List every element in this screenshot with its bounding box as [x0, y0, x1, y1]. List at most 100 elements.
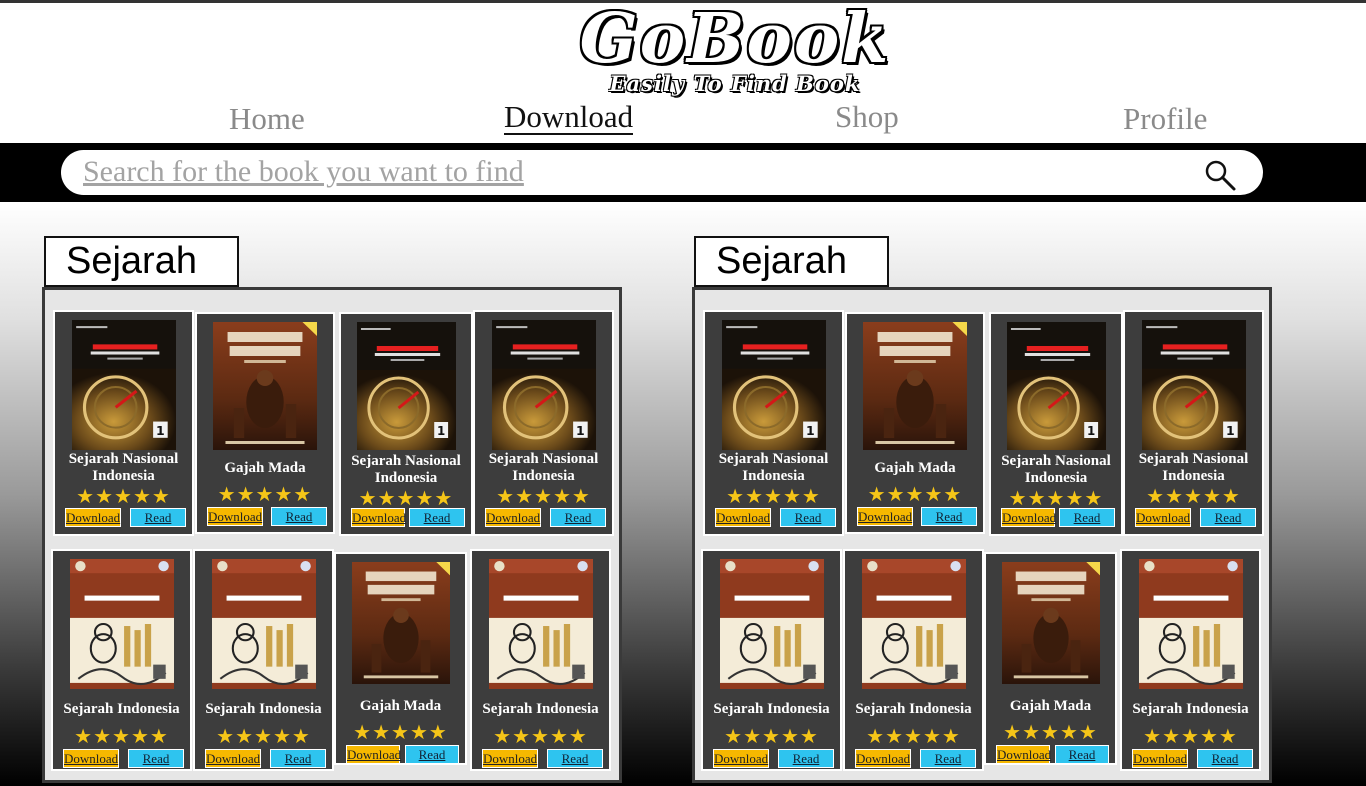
download-button[interactable]: Download: [857, 507, 913, 526]
read-button[interactable]: Read: [1200, 508, 1256, 527]
read-button[interactable]: Read: [271, 507, 327, 526]
book-title: Sejarah Indonesia: [205, 701, 322, 717]
read-button[interactable]: Read: [547, 749, 603, 768]
read-button[interactable]: Read: [920, 749, 976, 768]
star-rating: ★★★★★: [1008, 486, 1104, 510]
book-title: Gajah Mada: [359, 698, 442, 714]
star-rating: ★★★★★: [1146, 484, 1241, 508]
svg-text:1: 1: [576, 424, 585, 438]
book-cover-gajah-mada[interactable]: [352, 562, 450, 684]
read-button[interactable]: Read: [1055, 745, 1109, 764]
book-card[interactable]: 1 Sejarah Nasional Indonesia ★★★★★ Download…: [473, 310, 614, 536]
book-card[interactable]: Sejarah Indonesia ★★★★★ Download Read: [1120, 549, 1261, 771]
search-box: [61, 150, 1263, 195]
read-button[interactable]: Read: [405, 745, 459, 764]
star-rating: ★★★★★: [74, 724, 169, 748]
book-card[interactable]: Gajah Mada ★★★★★ Download Read: [984, 552, 1117, 765]
book-cover-gajah-mada[interactable]: [863, 322, 967, 450]
book-card[interactable]: Sejarah Indonesia ★★★★★ Download Read: [193, 549, 334, 771]
book-title: Sejarah Nasional Indonesia: [68, 451, 179, 484]
book-card[interactable]: 1 Sejarah Nasional Indonesia ★★★★★ Download…: [1123, 310, 1264, 536]
download-button[interactable]: Download: [485, 508, 541, 527]
read-button[interactable]: Read: [128, 749, 184, 768]
download-button[interactable]: Download: [482, 749, 538, 768]
book-title: Sejarah Indonesia: [482, 701, 599, 717]
read-button[interactable]: Read: [1059, 508, 1115, 527]
download-button[interactable]: Download: [1132, 749, 1188, 768]
book-panel: 1 Sejarah Nasional Indonesia ★★★★★ Download…: [42, 287, 622, 783]
book-cover-sejarah-indonesia[interactable]: [70, 559, 174, 689]
read-button[interactable]: Read: [270, 749, 326, 768]
svg-text:1: 1: [806, 424, 815, 438]
read-button[interactable]: Read: [780, 508, 836, 527]
book-cover-sejarah-nasional[interactable]: 1: [1007, 322, 1106, 450]
book-cover-sejarah-nasional[interactable]: 1: [492, 320, 596, 450]
star-rating: ★★★★★: [358, 486, 454, 510]
download-button[interactable]: Download: [713, 749, 769, 768]
book-title: Sejarah Indonesia: [713, 701, 830, 717]
read-button[interactable]: Read: [1197, 749, 1253, 768]
nav-shop[interactable]: Shop: [835, 99, 899, 135]
book-title: Sejarah Indonesia: [855, 701, 972, 717]
book-card[interactable]: 1 Sejarah Nasional Indonesia ★★★★★ Download…: [989, 312, 1123, 536]
star-rating: ★★★★★: [724, 724, 819, 748]
book-cover-sejarah-indonesia[interactable]: [489, 559, 593, 689]
book-card[interactable]: 1 Sejarah Nasional Indonesia ★★★★★ Download…: [53, 310, 194, 536]
book-cover-sejarah-indonesia[interactable]: [212, 559, 316, 689]
book-title: Sejarah Nasional Indonesia: [351, 453, 461, 486]
book-card[interactable]: Gajah Mada ★★★★★ Download Read: [845, 312, 985, 534]
book-cover-sejarah-nasional[interactable]: 1: [722, 320, 826, 450]
download-button[interactable]: Download: [346, 745, 401, 764]
book-card[interactable]: Gajah Mada ★★★★★ Download Read: [334, 552, 467, 765]
read-button[interactable]: Read: [130, 508, 186, 527]
star-rating: ★★★★★: [353, 720, 448, 744]
download-button[interactable]: Download: [1001, 508, 1056, 527]
download-button[interactable]: Download: [1135, 508, 1191, 527]
download-button[interactable]: Download: [351, 508, 406, 527]
book-cover-sejarah-indonesia[interactable]: [1139, 559, 1243, 689]
book-title: Sejarah Nasional Indonesia: [1001, 453, 1111, 486]
book-title: Gajah Mada: [224, 460, 306, 476]
search-icon[interactable]: [1203, 158, 1237, 192]
download-button[interactable]: Download: [205, 749, 261, 768]
download-button[interactable]: Download: [65, 508, 121, 527]
book-cover-gajah-mada[interactable]: [213, 322, 317, 450]
book-card[interactable]: Sejarah Indonesia ★★★★★ Download Read: [51, 549, 192, 771]
book-cover-gajah-mada[interactable]: [1002, 562, 1100, 684]
read-button[interactable]: Read: [550, 508, 606, 527]
book-title: Sejarah Indonesia: [63, 701, 180, 717]
book-card[interactable]: Sejarah Indonesia ★★★★★ Download Read: [701, 549, 842, 771]
star-rating: ★★★★★: [217, 482, 313, 506]
search-input[interactable]: [83, 154, 1183, 190]
book-cover-sejarah-indonesia[interactable]: [862, 559, 966, 689]
star-rating: ★★★★★: [1003, 720, 1098, 744]
nav-profile[interactable]: Profile: [1123, 101, 1207, 137]
gobook-logo[interactable]: GoBook Easily To Find Book: [530, 3, 940, 103]
search-bar: [0, 143, 1366, 202]
book-card[interactable]: 1 Sejarah Nasional Indonesia ★★★★★ Download…: [703, 310, 844, 536]
read-button[interactable]: Read: [921, 507, 977, 526]
nav-home[interactable]: Home: [229, 101, 305, 137]
svg-text:1: 1: [156, 424, 165, 438]
book-cover-sejarah-indonesia[interactable]: [720, 559, 824, 689]
book-cover-sejarah-nasional[interactable]: 1: [1142, 320, 1246, 450]
download-button[interactable]: Download: [63, 749, 119, 768]
book-card[interactable]: Gajah Mada ★★★★★ Download Read: [195, 312, 335, 534]
book-card[interactable]: Sejarah Indonesia ★★★★★ Download Read: [470, 549, 611, 771]
download-button[interactable]: Download: [996, 745, 1051, 764]
download-button[interactable]: Download: [207, 507, 263, 526]
site-header: GoBook Easily To Find Book Home Download…: [0, 3, 1366, 143]
book-card[interactable]: 1 Sejarah Nasional Indonesia ★★★★★ Download…: [339, 312, 473, 536]
download-button[interactable]: Download: [855, 749, 911, 768]
book-title: Sejarah Nasional Indonesia: [488, 451, 599, 484]
book-cover-sejarah-nasional[interactable]: 1: [72, 320, 176, 450]
book-title: Sejarah Nasional Indonesia: [1138, 451, 1249, 484]
read-button[interactable]: Read: [778, 749, 834, 768]
book-title: Gajah Mada: [1009, 698, 1092, 714]
nav-download[interactable]: Download: [504, 101, 634, 135]
book-title: Sejarah Nasional Indonesia: [718, 451, 829, 484]
download-button[interactable]: Download: [715, 508, 771, 527]
book-cover-sejarah-nasional[interactable]: 1: [357, 322, 456, 450]
read-button[interactable]: Read: [409, 508, 465, 527]
book-card[interactable]: Sejarah Indonesia ★★★★★ Download Read: [843, 549, 984, 771]
